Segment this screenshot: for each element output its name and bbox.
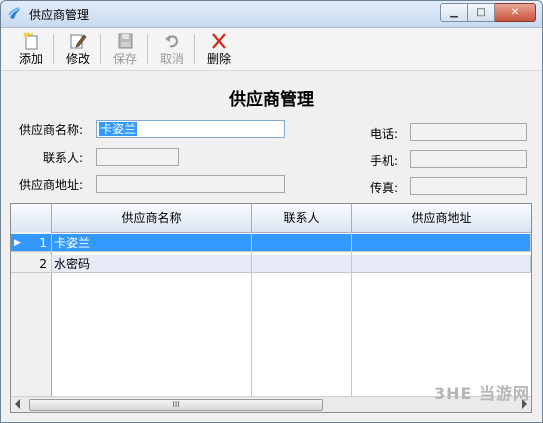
row-number: 2: [39, 257, 47, 271]
delete-button[interactable]: 删除: [201, 31, 237, 67]
maximize-button[interactable]: □: [468, 3, 495, 22]
row-number-cell: 2: [11, 255, 52, 273]
column-header-name[interactable]: 供应商名称: [52, 204, 252, 232]
row-header-corner: [11, 204, 52, 232]
watermark: 3HE 当游网: [433, 384, 530, 403]
name-cell[interactable]: 水密码: [52, 255, 252, 273]
save-label: 保存: [112, 52, 137, 66]
delete-label: 删除: [206, 52, 231, 66]
fax-field[interactable]: [410, 177, 527, 195]
supplier-address-field[interactable]: [96, 175, 285, 193]
minimize-icon: ▁: [450, 7, 458, 18]
save-button[interactable]: 保存: [107, 31, 143, 67]
edit-button[interactable]: 修改: [60, 31, 96, 67]
add-button[interactable]: 添加: [13, 31, 49, 67]
column-header-address[interactable]: 供应商地址: [352, 204, 531, 232]
supplier-window: 供应商管理 ▁ □ ✕ 添加 修改 保存 取消 删除 供应商管理 供应商名称: …: [0, 0, 543, 423]
contact-cell[interactable]: [252, 255, 352, 273]
form-heading: 供应商管理: [229, 90, 314, 110]
row-number-cell: ▶ 1: [11, 234, 52, 252]
cancel-button[interactable]: 取消: [154, 31, 190, 67]
toolbar: 添加 修改 保存 取消 删除: [1, 28, 542, 71]
grid-header: 供应商名称 联系人 供应商地址: [11, 204, 531, 233]
scroll-thumb[interactable]: III: [29, 399, 323, 411]
toolbar-separator: [53, 34, 54, 64]
supplier-name-label: 供应商名称:: [19, 123, 84, 137]
name-cell[interactable]: 卡姿兰: [52, 234, 252, 252]
row-number: 1: [39, 236, 47, 250]
column-header-contact[interactable]: 联系人: [252, 204, 352, 232]
address-cell[interactable]: [352, 234, 531, 252]
scroll-grip: III: [172, 400, 180, 409]
add-new-icon: [23, 32, 38, 50]
cancel-label: 取消: [159, 52, 184, 66]
phone-field[interactable]: [410, 123, 527, 141]
window-title: 供应商管理: [29, 8, 90, 22]
add-label: 添加: [18, 52, 43, 66]
table-row[interactable]: 2 水密码: [11, 255, 531, 273]
contact-cell[interactable]: [252, 234, 352, 252]
contact-label: 联系人:: [43, 151, 84, 165]
supplier-name-value: 卡姿兰: [99, 122, 138, 136]
fax-label: 传真:: [370, 181, 399, 195]
maximize-icon: □: [476, 7, 486, 18]
edit-icon: [70, 34, 87, 49]
title-bar[interactable]: 供应商管理 ▁ □ ✕: [1, 1, 542, 28]
mobile-field[interactable]: [410, 150, 527, 168]
scroll-left-icon[interactable]: [15, 399, 20, 409]
supplier-address-label: 供应商地址:: [19, 178, 84, 192]
undo-icon: [165, 35, 179, 48]
delete-x-icon: [212, 33, 226, 49]
app-logo-icon: [8, 7, 21, 19]
contact-field[interactable]: [96, 148, 179, 166]
address-cell[interactable]: [352, 255, 531, 273]
close-button[interactable]: ✕: [495, 3, 536, 22]
save-icon: [118, 33, 133, 49]
supplier-name-field[interactable]: 卡姿兰: [96, 120, 285, 138]
toolbar-separator: [194, 34, 195, 64]
table-row[interactable]: ▶ 1 卡姿兰: [11, 234, 531, 252]
edit-label: 修改: [65, 52, 90, 66]
close-icon: ✕: [510, 7, 520, 18]
toolbar-separator: [147, 34, 148, 64]
mobile-label: 手机:: [370, 154, 399, 168]
current-row-indicator-icon: ▶: [14, 238, 21, 248]
phone-label: 电话:: [370, 127, 399, 141]
minimize-button[interactable]: ▁: [440, 3, 468, 22]
toolbar-separator: [100, 34, 101, 64]
